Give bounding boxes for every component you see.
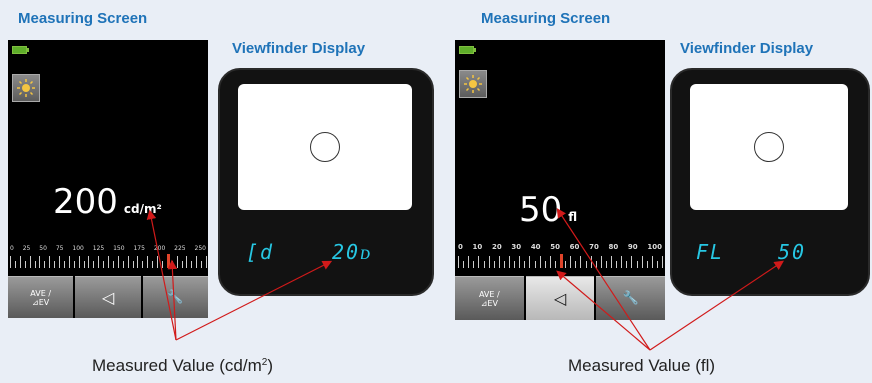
arrow-right-vf (649, 260, 784, 351)
arrow-left-value (146, 209, 177, 341)
arrow-right-scale (556, 270, 651, 351)
callout-arrows (146, 207, 784, 351)
arrow-left-vf (175, 260, 333, 341)
arrow-right-value (556, 207, 651, 351)
